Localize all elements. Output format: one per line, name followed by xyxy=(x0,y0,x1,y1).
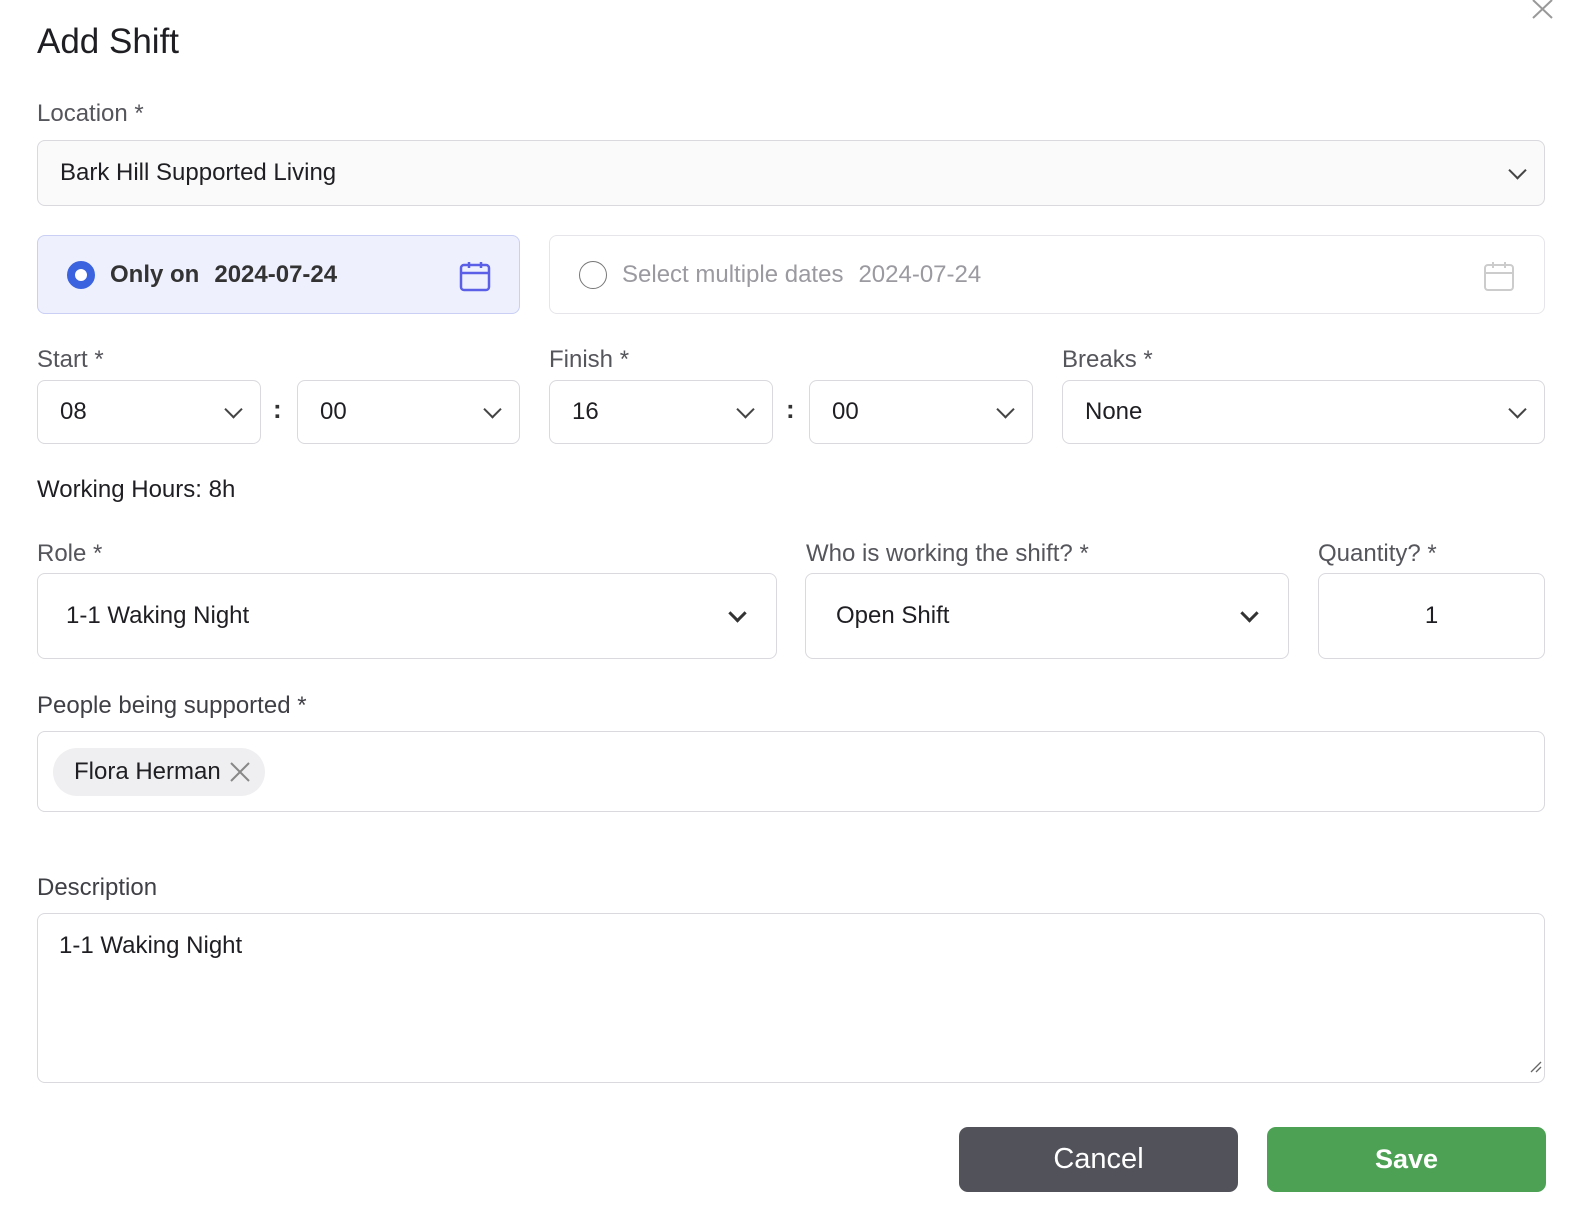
role-value: 1-1 Waking Night xyxy=(66,602,250,629)
chevron-down-icon xyxy=(736,400,755,419)
chevron-down-icon xyxy=(996,400,1015,419)
breaks-label: Breaks * xyxy=(1062,346,1153,373)
who-value: Open Shift xyxy=(836,602,950,629)
chevron-down-icon xyxy=(728,604,747,623)
save-button[interactable]: Save xyxy=(1267,1127,1546,1192)
start-hour-value: 08 xyxy=(60,398,87,425)
description-label: Description xyxy=(37,874,158,901)
person-chip: Flora Herman xyxy=(53,747,265,796)
calendar-icon[interactable] xyxy=(1483,260,1515,299)
working-hours: Working Hours: 8h xyxy=(37,476,236,503)
time-separator: : xyxy=(273,394,282,424)
calendar-icon[interactable] xyxy=(459,260,491,299)
multiple-dates-date: 2024-07-24 xyxy=(858,260,982,288)
location-value: Bark Hill Supported Living xyxy=(60,159,337,186)
start-minute-select[interactable]: 00 xyxy=(297,380,520,444)
description-textarea[interactable]: 1-1 Waking Night xyxy=(37,913,1545,1083)
quantity-value: 1 xyxy=(1424,602,1439,629)
resize-handle-icon[interactable] xyxy=(1528,1052,1542,1080)
finish-hour-value: 16 xyxy=(572,398,599,425)
only-on-date: 2024-07-24 xyxy=(214,260,338,288)
dialog-title: Add Shift xyxy=(37,22,180,61)
remove-chip-icon[interactable] xyxy=(229,761,251,783)
chevron-down-icon xyxy=(483,400,502,419)
breaks-value: None xyxy=(1085,398,1143,425)
location-label: Location * xyxy=(37,100,144,127)
cancel-button[interactable]: Cancel xyxy=(959,1127,1238,1192)
finish-label: Finish * xyxy=(549,346,630,373)
chevron-down-icon xyxy=(224,400,243,419)
who-select[interactable]: Open Shift xyxy=(805,573,1289,659)
quantity-input[interactable]: 1 xyxy=(1318,573,1545,659)
people-label: People being supported * xyxy=(37,692,307,719)
finish-minute-value: 00 xyxy=(832,398,859,425)
only-on-label: Only on xyxy=(110,260,200,288)
quantity-label: Quantity? * xyxy=(1318,540,1437,567)
multiple-dates-option[interactable]: Select multiple dates 2024-07-24 xyxy=(549,235,1545,314)
chevron-down-icon xyxy=(1508,161,1527,180)
start-hour-select[interactable]: 08 xyxy=(37,380,261,444)
time-separator: : xyxy=(786,394,795,424)
people-multiselect[interactable]: Flora Herman xyxy=(37,731,1545,812)
start-label: Start * xyxy=(37,346,104,373)
chevron-down-icon xyxy=(1508,400,1527,419)
multiple-dates-label: Select multiple dates xyxy=(622,260,844,288)
description-value: 1-1 Waking Night xyxy=(59,932,243,959)
chevron-down-icon xyxy=(1240,604,1259,623)
role-label: Role * xyxy=(37,540,103,567)
close-icon[interactable] xyxy=(1530,0,1556,20)
location-select[interactable]: Bark Hill Supported Living xyxy=(37,140,1545,206)
person-chip-label: Flora Herman xyxy=(74,757,221,785)
radio-selected[interactable] xyxy=(67,260,95,289)
who-label: Who is working the shift? * xyxy=(806,540,1089,567)
finish-minute-select[interactable]: 00 xyxy=(809,380,1033,444)
role-select[interactable]: 1-1 Waking Night xyxy=(37,573,777,659)
radio-unselected[interactable] xyxy=(579,260,607,289)
start-minute-value: 00 xyxy=(320,398,347,425)
finish-hour-select[interactable]: 16 xyxy=(549,380,773,444)
breaks-select[interactable]: None xyxy=(1062,380,1545,444)
only-on-option[interactable]: Only on 2024-07-24 xyxy=(37,235,520,314)
